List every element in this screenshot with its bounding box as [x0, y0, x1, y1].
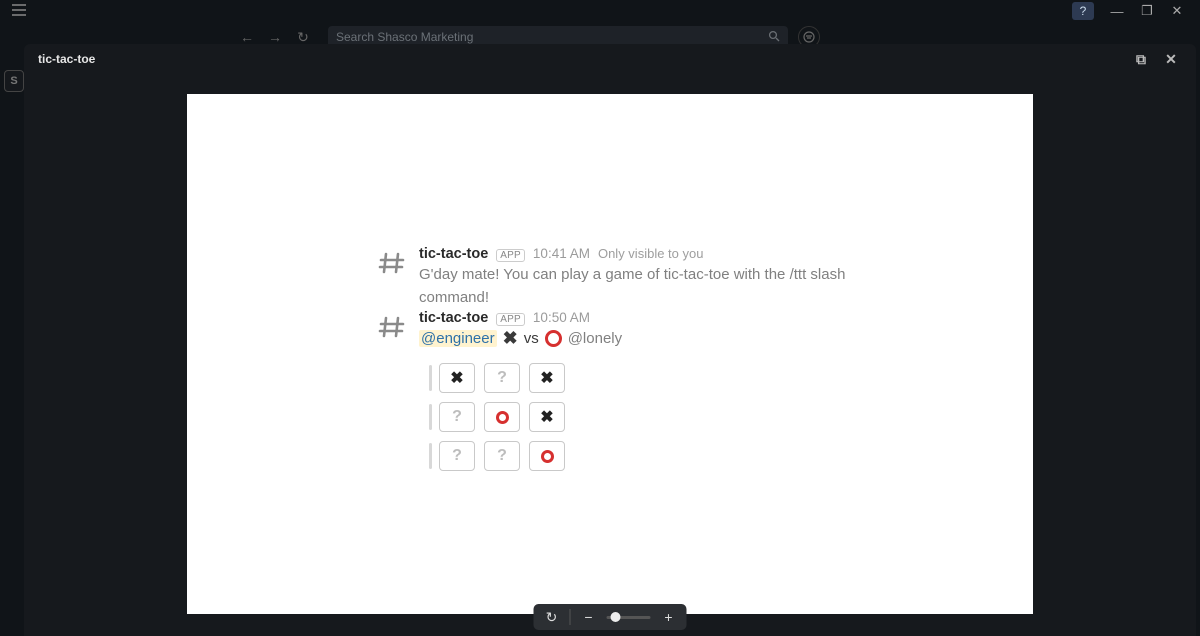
app-badge: APP: [496, 313, 525, 326]
workspace-switcher[interactable]: S: [4, 70, 24, 92]
cell-1-2[interactable]: ✖: [529, 402, 565, 432]
zoom-reset[interactable]: ↻: [542, 607, 562, 627]
app-badge: APP: [496, 249, 525, 262]
hash-icon: [377, 248, 407, 278]
message-2: tic-tac-toe APP 10:50 AM @engineer ✖ vs …: [377, 310, 847, 480]
cell-1-1[interactable]: [484, 402, 520, 432]
hash-icon: [377, 312, 407, 342]
overlay-title: tic-tac-toe: [38, 52, 95, 66]
open-external-icon[interactable]: ⧉: [1130, 48, 1152, 70]
message-1: tic-tac-toe APP 10:41 AM Only visible to…: [377, 246, 847, 309]
cell-2-0[interactable]: ?: [439, 441, 475, 471]
window-close[interactable]: ✕: [1170, 3, 1184, 19]
ttt-board: ✖ ? ✖ ? ✖ ? ?: [429, 363, 847, 471]
window-minimize[interactable]: —: [1110, 4, 1124, 19]
player2-mention[interactable]: @lonely: [568, 330, 622, 347]
hamburger-icon[interactable]: [6, 4, 32, 19]
zoom-slider[interactable]: [607, 616, 651, 619]
players-line: @engineer ✖ vs @lonely: [419, 328, 847, 349]
overlay-header: tic-tac-toe ⧉ ✕: [24, 44, 1196, 74]
board-row: ? ✖: [429, 402, 847, 432]
zoom-out[interactable]: −: [579, 607, 599, 627]
titlebar: ? — ❐ ✕: [0, 0, 1200, 22]
overlay-close-icon[interactable]: ✕: [1160, 48, 1182, 70]
board-row: ? ?: [429, 441, 847, 471]
board-row: ✖ ? ✖: [429, 363, 847, 393]
image-viewer-overlay: tic-tac-toe ⧉ ✕ tic-tac-toe APP 10:41 AM…: [24, 44, 1196, 636]
screenshot-page: tic-tac-toe APP 10:41 AM Only visible to…: [187, 94, 1033, 614]
sender-name: tic-tac-toe: [419, 310, 488, 326]
search-icon: [768, 30, 780, 45]
cell-2-2[interactable]: [529, 441, 565, 471]
zoom-thumb[interactable]: [611, 612, 621, 622]
timestamp: 10:41 AM: [533, 246, 590, 261]
cell-1-0[interactable]: ?: [439, 402, 475, 432]
cell-2-1[interactable]: ?: [484, 441, 520, 471]
cell-0-2[interactable]: ✖: [529, 363, 565, 393]
cell-0-1[interactable]: ?: [484, 363, 520, 393]
player1-mention[interactable]: @engineer: [419, 330, 497, 347]
zoom-toolbar: ↻ − +: [534, 604, 687, 630]
help-badge[interactable]: ?: [1072, 2, 1094, 20]
timestamp: 10:50 AM: [533, 310, 590, 325]
search-placeholder: Search Shasco Marketing: [336, 30, 473, 44]
message-text: G'day mate! You can play a game of tic-t…: [419, 264, 847, 309]
o-symbol-icon: [545, 330, 562, 347]
visibility-label: Only visible to you: [598, 246, 704, 261]
x-symbol-icon: ✖: [503, 328, 518, 349]
window-maximize[interactable]: ❐: [1140, 3, 1154, 19]
cell-0-0[interactable]: ✖: [439, 363, 475, 393]
zoom-in[interactable]: +: [659, 607, 679, 627]
sender-name: tic-tac-toe: [419, 246, 488, 262]
vs-label: vs: [524, 330, 539, 347]
viewer-area: tic-tac-toe APP 10:41 AM Only visible to…: [24, 74, 1196, 636]
